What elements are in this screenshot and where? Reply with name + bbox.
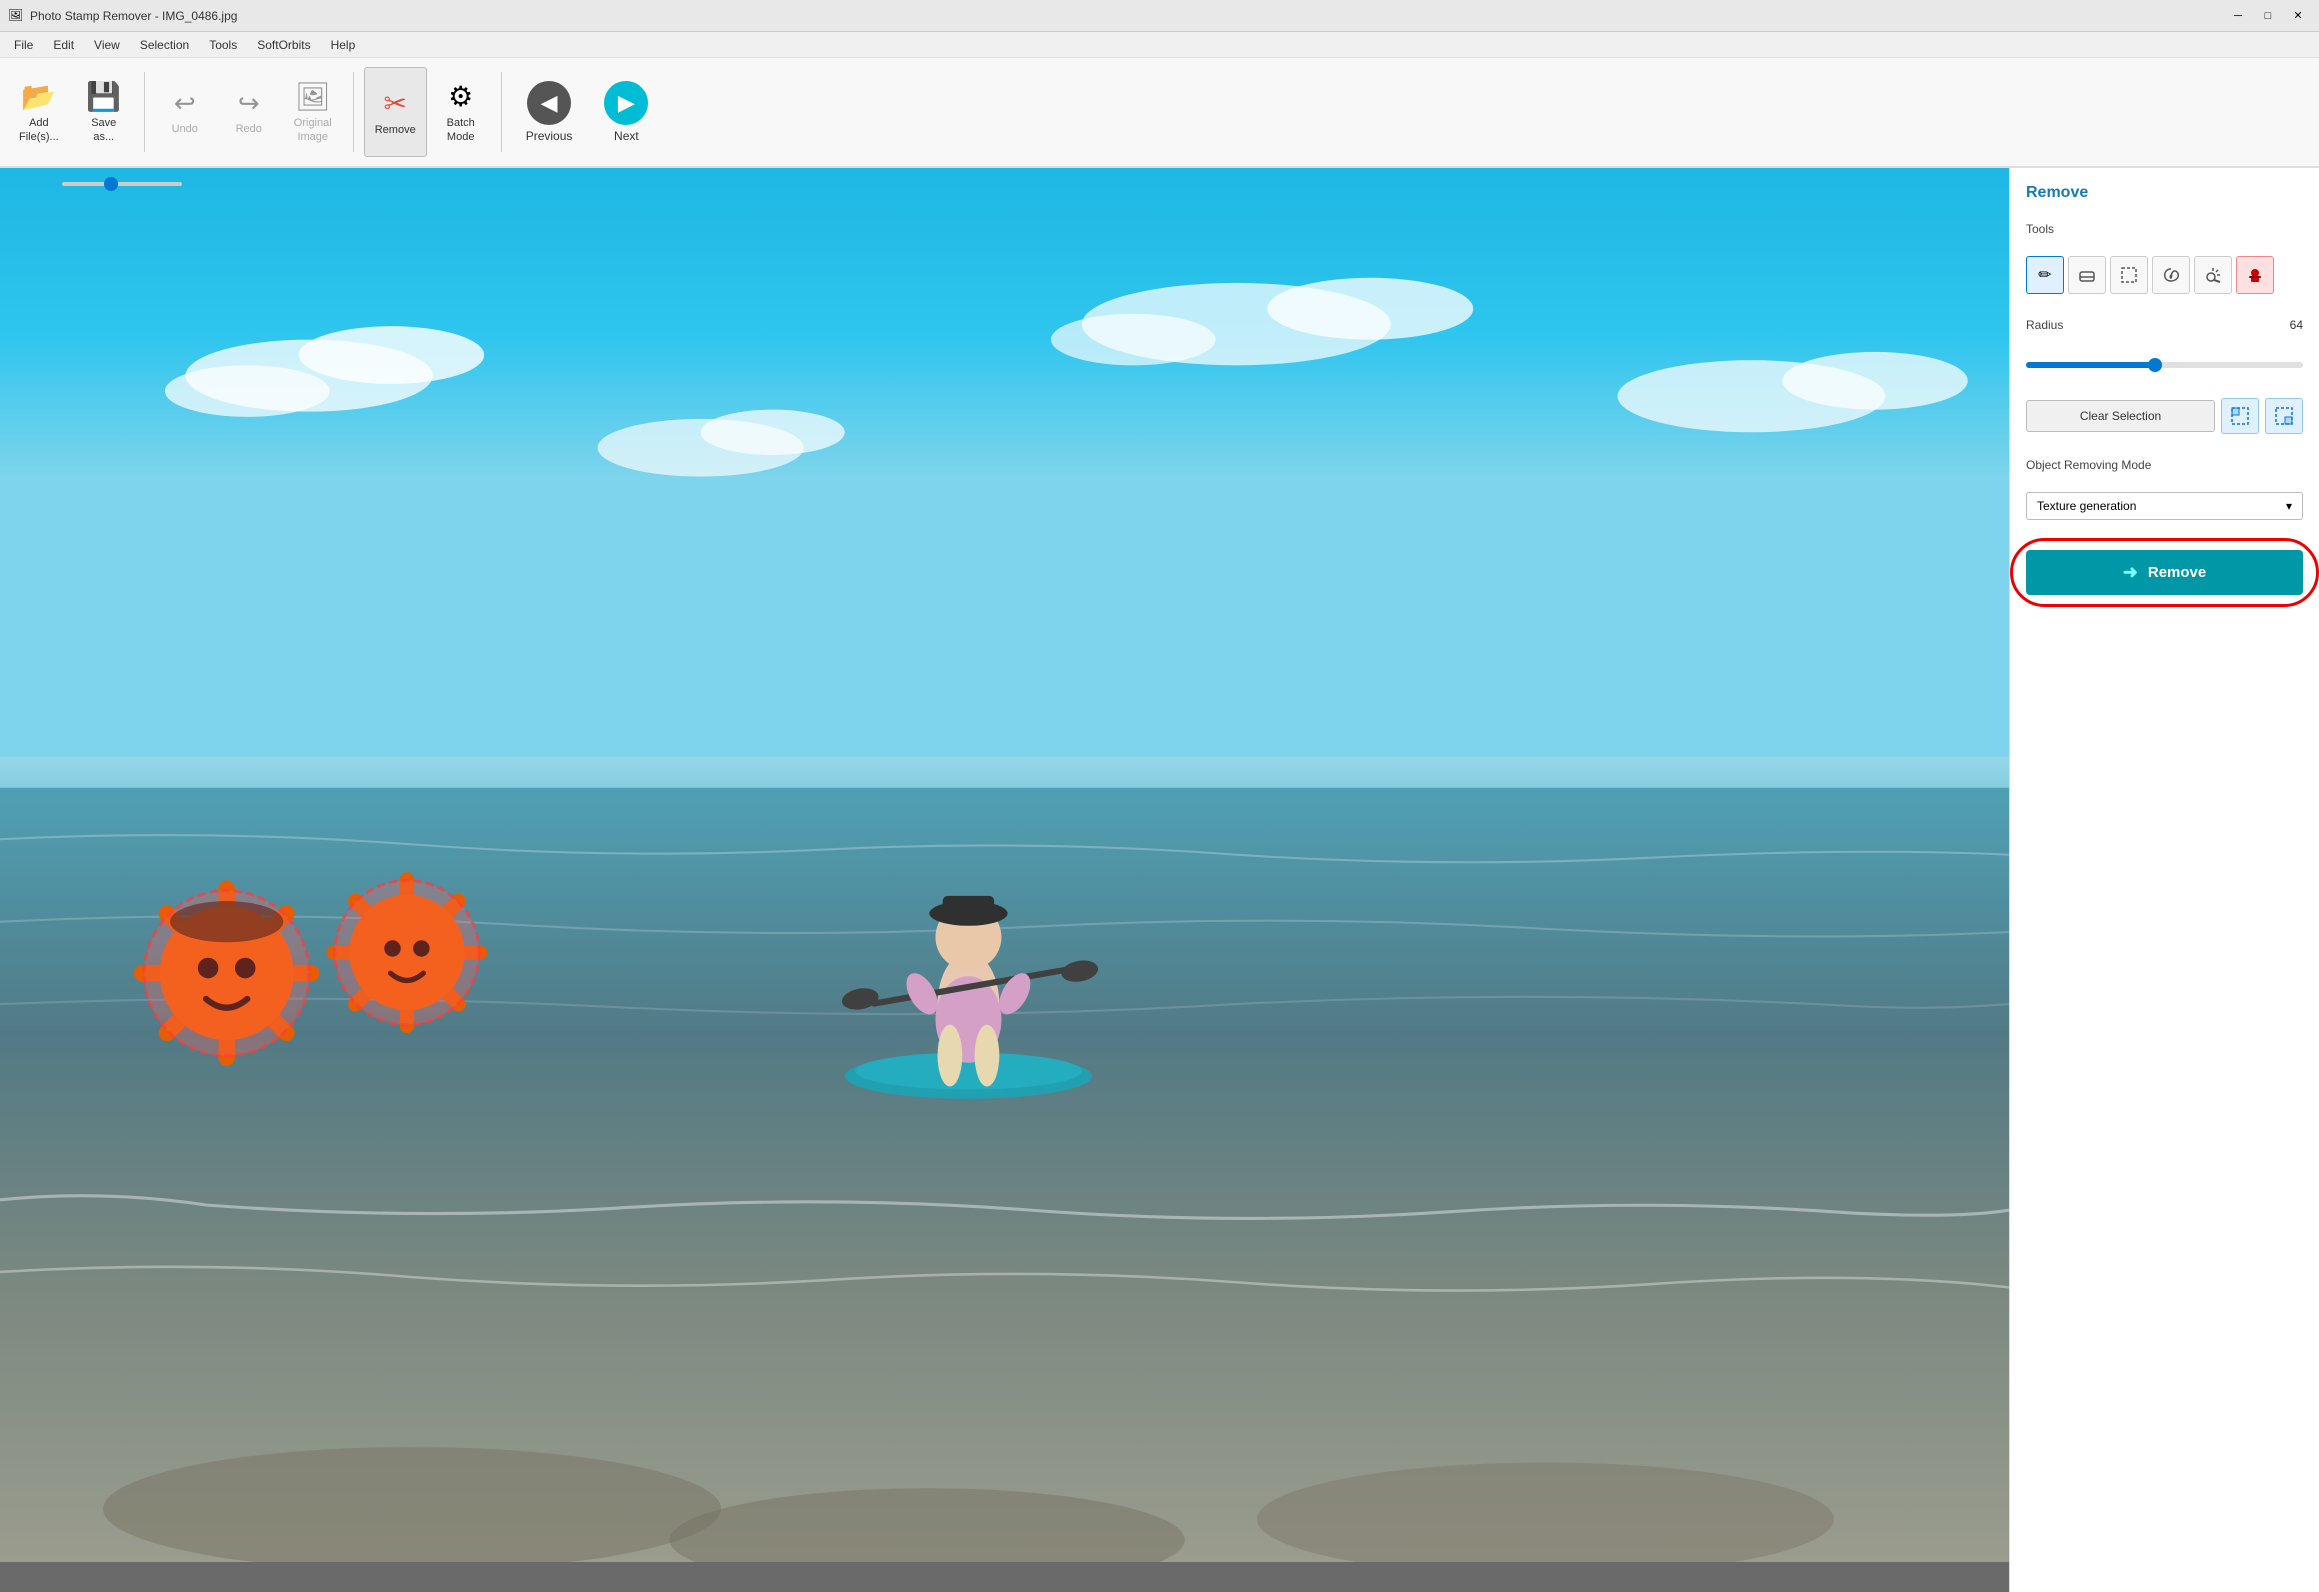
menu-edit[interactable]: Edit bbox=[43, 36, 84, 54]
select-mode-btn-1[interactable] bbox=[2221, 398, 2259, 434]
window-controls: ─ □ ✕ bbox=[2225, 6, 2311, 26]
radius-fill bbox=[2026, 362, 2151, 368]
toolbar: 📂 AddFile(s)... 💾 Saveas... ↩ Undo ↪ Red… bbox=[0, 58, 2319, 168]
texture-generation-dropdown[interactable]: Texture generation ▾ bbox=[2026, 492, 2303, 520]
magic-wand-tool[interactable] bbox=[2194, 256, 2232, 294]
undo-label: Undo bbox=[172, 123, 198, 136]
main-area: ℹ ⬜ − + 44% Time (s): 0.4 JPG 2667x2000 … bbox=[0, 168, 2319, 1592]
next-label: Next bbox=[614, 129, 639, 143]
zoom-thumb bbox=[104, 177, 118, 191]
clear-selection-button[interactable]: Clear Selection bbox=[2026, 400, 2215, 432]
photo-container[interactable] bbox=[0, 168, 2009, 1562]
remove-arrow-icon: ➜ bbox=[2123, 562, 2138, 583]
minimize-button[interactable]: ─ bbox=[2225, 6, 2251, 26]
previous-nav-button[interactable]: ◀ Previous bbox=[512, 67, 587, 157]
window-title: Photo Stamp Remover - IMG_0486.jpg bbox=[30, 9, 2225, 23]
menu-tools[interactable]: Tools bbox=[199, 36, 247, 54]
redo-label: Redo bbox=[236, 123, 262, 136]
radius-thumb bbox=[2148, 358, 2162, 372]
save-label: Saveas... bbox=[91, 117, 116, 143]
tools-label: Tools bbox=[2026, 222, 2303, 236]
menubar: File Edit View Selection Tools SoftOrbit… bbox=[0, 32, 2319, 58]
next-circle: ▶ bbox=[604, 81, 648, 125]
clear-selection-row: Clear Selection bbox=[2026, 398, 2303, 434]
titlebar: 🖼 Photo Stamp Remover - IMG_0486.jpg ─ □… bbox=[0, 0, 2319, 32]
object-mode-label: Object Removing Mode bbox=[2026, 458, 2303, 472]
maximize-button[interactable]: □ bbox=[2255, 6, 2281, 26]
original-icon: 🖼 bbox=[295, 80, 331, 113]
redo-icon: ↪ bbox=[238, 88, 260, 119]
lasso-tool[interactable] bbox=[2152, 256, 2190, 294]
remove-button[interactable]: ➜ Remove bbox=[2026, 550, 2303, 595]
undo-button[interactable]: ↩ Undo bbox=[155, 67, 215, 157]
app-icon: 🖼 bbox=[8, 8, 24, 24]
canvas-area[interactable]: ℹ ⬜ − + 44% Time (s): 0.4 JPG 2667x2000 … bbox=[0, 168, 2009, 1592]
menu-softorbits[interactable]: SoftOrbits bbox=[247, 36, 320, 54]
eraser-tool[interactable] bbox=[2068, 256, 2106, 294]
add-files-label: AddFile(s)... bbox=[19, 117, 59, 143]
previous-label: Previous bbox=[526, 129, 573, 143]
rect-select-tool[interactable] bbox=[2110, 256, 2148, 294]
dropdown-value: Texture generation bbox=[2037, 499, 2136, 513]
select-mode-btn-2[interactable] bbox=[2265, 398, 2303, 434]
zoom-slider[interactable] bbox=[62, 182, 182, 186]
dropdown-arrow: ▾ bbox=[2286, 499, 2292, 513]
remove-label: Remove bbox=[375, 124, 416, 137]
radius-row: Radius 64 bbox=[2026, 318, 2303, 332]
remove-toolbar-button[interactable]: ✂ Remove bbox=[364, 67, 427, 157]
add-files-icon: 📂 bbox=[21, 80, 56, 113]
close-button[interactable]: ✕ bbox=[2285, 6, 2311, 26]
menu-file[interactable]: File bbox=[4, 36, 43, 54]
right-panel: Remove Tools ✏ Radius 64 bbox=[2009, 168, 2319, 1592]
stamp-tool[interactable] bbox=[2236, 256, 2274, 294]
menu-help[interactable]: Help bbox=[321, 36, 366, 54]
radius-value: 64 bbox=[2273, 318, 2303, 332]
toolbar-sep-2 bbox=[353, 72, 354, 152]
batch-icon: ⚙ bbox=[448, 80, 473, 113]
save-icon: 💾 bbox=[86, 80, 121, 113]
original-image-button[interactable]: 🖼 OriginalImage bbox=[283, 67, 343, 157]
batch-label: BatchMode bbox=[447, 117, 475, 143]
original-label: OriginalImage bbox=[294, 117, 332, 143]
remove-btn-label: Remove bbox=[2148, 564, 2206, 581]
remove-icon: ✂ bbox=[383, 87, 406, 120]
tools-row: ✏ bbox=[2026, 256, 2303, 294]
toolbar-sep-3 bbox=[501, 72, 502, 152]
photo-scene[interactable] bbox=[0, 168, 2009, 1562]
remove-btn-wrapper: ➜ Remove bbox=[2026, 550, 2303, 595]
batch-mode-button[interactable]: ⚙ BatchMode bbox=[431, 67, 491, 157]
radius-label: Radius bbox=[2026, 318, 2265, 332]
menu-selection[interactable]: Selection bbox=[130, 36, 199, 54]
toolbar-sep-1 bbox=[144, 72, 145, 152]
add-files-button[interactable]: 📂 AddFile(s)... bbox=[8, 67, 70, 157]
prev-circle: ◀ bbox=[527, 81, 571, 125]
brush-tool[interactable]: ✏ bbox=[2026, 256, 2064, 294]
next-nav-button[interactable]: ▶ Next bbox=[590, 67, 662, 157]
redo-button[interactable]: ↪ Redo bbox=[219, 67, 279, 157]
save-as-button[interactable]: 💾 Saveas... bbox=[74, 67, 134, 157]
undo-icon: ↩ bbox=[174, 88, 196, 119]
menu-view[interactable]: View bbox=[84, 36, 130, 54]
panel-remove-title: Remove bbox=[2026, 184, 2303, 202]
radius-slider[interactable] bbox=[2026, 362, 2303, 368]
